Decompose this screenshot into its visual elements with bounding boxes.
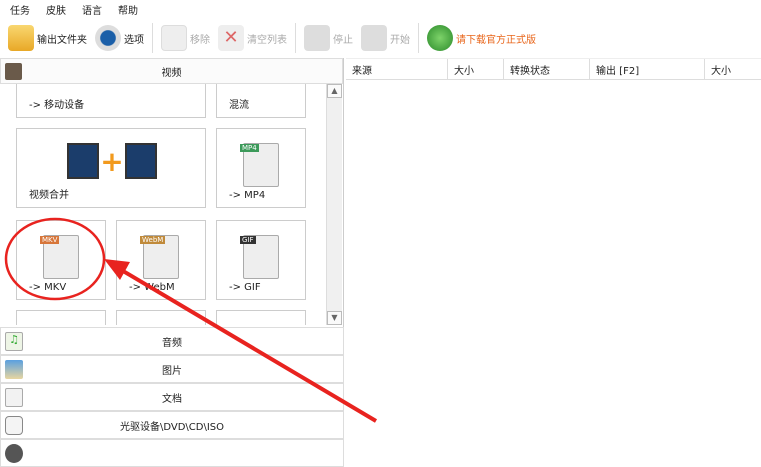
clear-list-button[interactable]: ✕ 清空列表 <box>218 22 287 54</box>
download-official-button[interactable]: 请下载官方正式版 <box>427 22 536 54</box>
tile-mobile-device[interactable]: -> 移动设备 <box>16 84 206 118</box>
tile-mkv[interactable]: MKV -> MKV <box>16 220 106 300</box>
clear-icon: ✕ <box>218 25 244 51</box>
remove-file-icon <box>161 25 187 51</box>
stop-icon <box>304 25 330 51</box>
divider <box>418 23 419 53</box>
remove-button[interactable]: 移除 <box>161 22 210 54</box>
video-category-header[interactable]: 视频 <box>0 58 343 84</box>
file-list: 来源 大小 转换状态 输出 [F2] 大小 <box>346 58 761 448</box>
menu-task[interactable]: 任务 <box>10 2 30 17</box>
drive-icon <box>5 416 23 435</box>
column-output-size[interactable]: 大小 <box>705 59 761 79</box>
tile-next-3[interactable] <box>216 310 306 325</box>
film-merge-icon: + <box>67 143 157 179</box>
category-list: ♫ 音频 图片 文档 光驱设备\DVD\CD\ISO <box>0 327 344 467</box>
divider <box>295 23 296 53</box>
category-image[interactable]: 图片 <box>0 355 344 383</box>
picture-icon <box>5 360 23 379</box>
vertical-scrollbar[interactable]: ▲ ▼ <box>326 84 342 325</box>
video-tile-grid: -> 移动设备 混流 + 视频合并 MP4 -> MP4 MKV -> MKV We… <box>0 84 344 325</box>
tile-video-merge[interactable]: + 视频合并 <box>16 128 206 208</box>
globe-search-icon <box>427 25 453 51</box>
tools-icon <box>5 444 23 463</box>
gear-icon <box>95 25 121 51</box>
output-folder-button[interactable]: 输出文件夹 <box>8 22 87 54</box>
tile-mp4[interactable]: MP4 -> MP4 <box>216 128 306 208</box>
toolbar: 输出文件夹 选项 移除 ✕ 清空列表 停止 开始 请下载官方正式版 <box>0 18 761 58</box>
tile-webm[interactable]: WebM -> WebM <box>116 220 206 300</box>
category-optical-drive[interactable]: 光驱设备\DVD\CD\ISO <box>0 411 344 439</box>
folder-icon <box>8 25 34 51</box>
gif-file-icon: GIF <box>240 235 279 279</box>
music-icon: ♫ <box>5 332 23 351</box>
menu-skin[interactable]: 皮肤 <box>46 2 66 17</box>
menu-help[interactable]: 帮助 <box>118 2 138 17</box>
category-audio[interactable]: ♫ 音频 <box>0 327 344 355</box>
category-document[interactable]: 文档 <box>0 383 344 411</box>
column-status[interactable]: 转换状态 <box>504 59 590 79</box>
divider <box>152 23 153 53</box>
category-more[interactable] <box>0 439 344 467</box>
start-icon <box>361 25 387 51</box>
mkv-file-icon: MKV <box>40 235 79 279</box>
tile-gif[interactable]: GIF -> GIF <box>216 220 306 300</box>
document-icon <box>5 388 23 407</box>
start-button[interactable]: 开始 <box>361 22 410 54</box>
menu-language[interactable]: 语言 <box>82 2 102 17</box>
film-icon <box>5 63 22 80</box>
menu-bar: 任务 皮肤 语言 帮助 <box>0 0 761 18</box>
scroll-down-button[interactable]: ▼ <box>327 311 342 325</box>
tile-next-2[interactable] <box>116 310 206 325</box>
webm-file-icon: WebM <box>140 235 179 279</box>
tile-next-1[interactable] <box>16 310 106 325</box>
column-size[interactable]: 大小 <box>448 59 504 79</box>
tile-mux[interactable]: 混流 <box>216 84 306 118</box>
scroll-up-button[interactable]: ▲ <box>327 84 342 98</box>
column-output[interactable]: 输出 [F2] <box>590 59 705 79</box>
column-source[interactable]: 来源 <box>346 59 448 79</box>
stop-button[interactable]: 停止 <box>304 22 353 54</box>
mp4-file-icon: MP4 <box>240 143 279 187</box>
category-panel: 视频 -> 移动设备 混流 + 视频合并 MP4 -> MP4 MKV -> MKV… <box>0 58 344 467</box>
options-button[interactable]: 选项 <box>95 22 144 54</box>
file-list-header: 来源 大小 转换状态 输出 [F2] 大小 <box>346 58 761 80</box>
